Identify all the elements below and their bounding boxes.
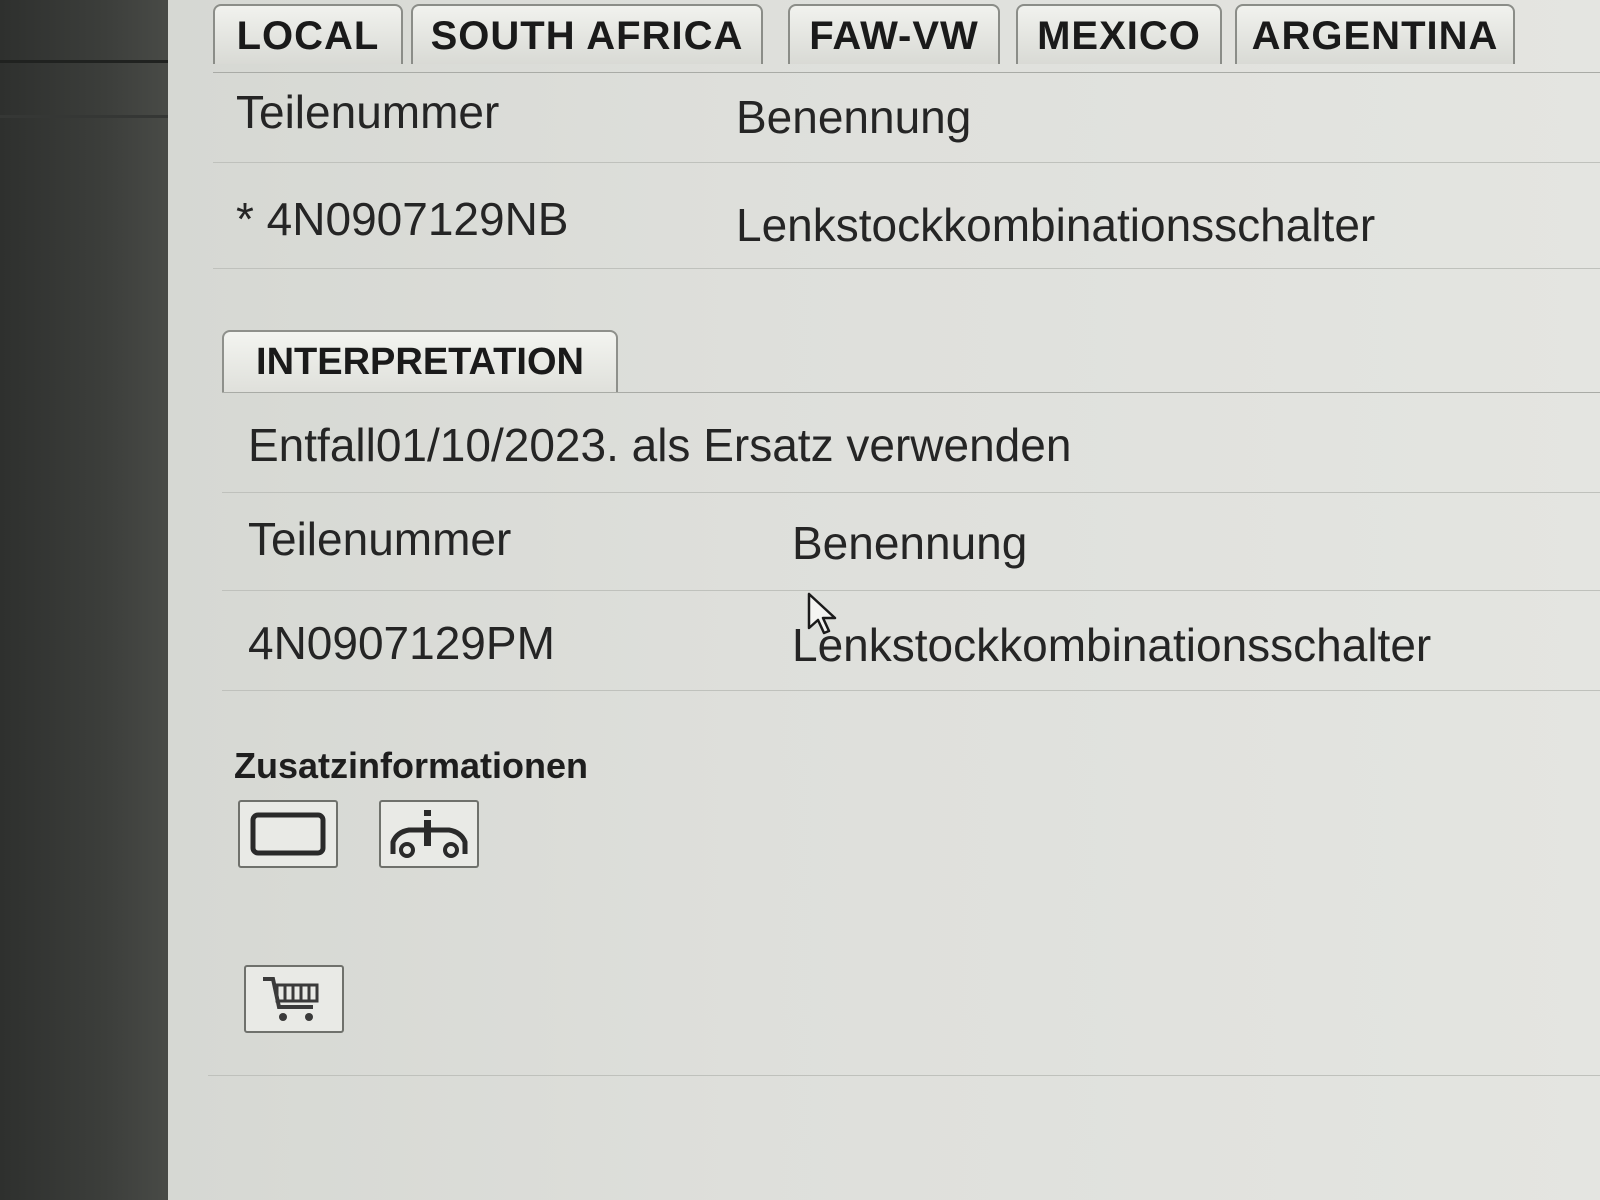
designation-cell: Lenkstockkombinationsschalter [736,199,1376,251]
mouse-cursor-icon [807,592,837,635]
interpretation-baseline [222,392,1600,393]
tab-argentina[interactable]: ARGENTINA [1235,4,1515,64]
bezel-edge-lower [0,115,175,118]
app-screen: LOCAL SOUTH AFRICA FAW-VW MEXICO ARGENTI… [168,0,1600,1200]
book-icon-button[interactable] [238,800,338,868]
part-number-cell[interactable]: * 4N0907129NB [236,192,568,246]
book-icon [250,812,326,856]
additional-info-heading: Zusatzinformationen [234,745,589,786]
interpretation-text: Entfall01/10/2023. als Ersatz verwenden [248,419,1072,471]
replacement-header-designation: Benennung [792,517,1028,569]
header-divider [213,162,1600,163]
bottom-divider [208,1075,1600,1076]
monitor-bezel [0,0,175,1200]
region-tabs: LOCAL SOUTH AFRICA FAW-VW MEXICO ARGENTI… [213,0,1533,72]
vehicle-info-icon [390,810,468,858]
tab-faw-vw[interactable]: FAW-VW [788,4,1000,64]
header-designation: Benennung [736,91,972,143]
row-divider [213,268,1600,269]
replacement-header-divider [222,590,1600,591]
tab-interpretation[interactable]: INTERPRETATION [222,330,618,392]
tab-mexico[interactable]: MEXICO [1016,4,1222,64]
vehicle-info-icon-button[interactable] [379,800,479,868]
bezel-edge [0,60,175,63]
replacement-row-divider [222,690,1600,691]
interpretation-divider [222,492,1600,493]
tab-local[interactable]: LOCAL [213,4,403,64]
header-part-number: Teilenummer [236,86,500,138]
tab-baseline [213,72,1600,73]
replacement-part-number-cell[interactable]: 4N0907129PM [248,616,555,670]
cart-icon-button[interactable] [244,965,344,1033]
replacement-header-part-number: Teilenummer [248,513,512,565]
tab-south-africa[interactable]: SOUTH AFRICA [411,4,763,64]
replacement-designation-cell: Lenkstockkombinationsschalter [792,619,1432,671]
shopping-cart-icon [263,977,319,1021]
